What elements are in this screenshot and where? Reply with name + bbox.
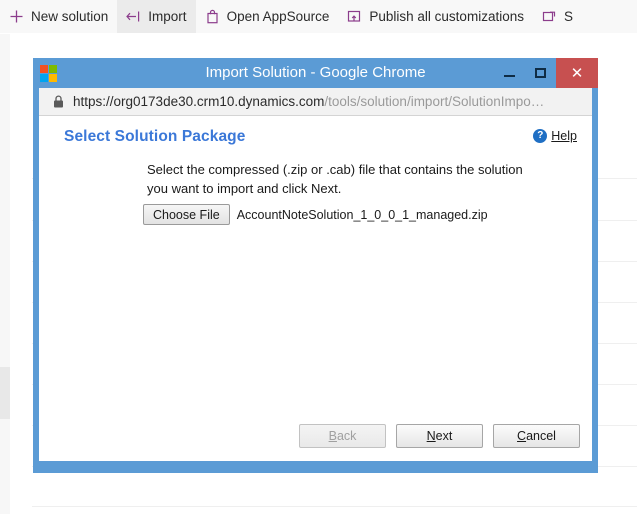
address-bar[interactable]: https://org0173de30.crm10.dynamics.com/t… (39, 88, 592, 116)
next-button-label: ext (436, 429, 453, 443)
selected-file-name: AccountNoteSolution_1_0_0_1_managed.zip (237, 208, 488, 222)
dialog-footer: Back Next Cancel (39, 421, 592, 451)
choose-file-button[interactable]: Choose File (143, 204, 230, 225)
screen: New solution Import Op (0, 0, 637, 514)
help-link-label: Help (551, 129, 577, 143)
lock-icon (47, 95, 69, 108)
window-titlebar[interactable]: Import Solution - Google Chrome ✕ (33, 58, 598, 88)
cancel-button-label: ancel (526, 429, 556, 443)
file-picker: Choose File AccountNoteSolution_1_0_0_1_… (143, 204, 488, 225)
page-title: Select Solution Package (64, 128, 245, 146)
command-publish-all-customizations[interactable]: Publish all customizations (338, 0, 533, 33)
close-icon: ✕ (571, 66, 584, 81)
next-button-accel: N (427, 429, 436, 443)
bag-icon (205, 9, 220, 24)
instructions-text: Select the compressed (.zip or .cab) fil… (147, 160, 547, 198)
window-controls: ✕ (494, 58, 598, 88)
url-origin: https://org0173de30.crm10.dynamics.com (73, 94, 324, 109)
command-import[interactable]: Import (117, 0, 195, 33)
command-open-appsource[interactable]: Open AppSource (196, 0, 339, 33)
cancel-button[interactable]: Cancel (493, 424, 580, 448)
publish-icon (347, 9, 362, 24)
back-button-accel: B (329, 429, 337, 443)
page-header: Select Solution Package ? Help (39, 116, 592, 160)
external-link-icon (542, 9, 557, 24)
command-publish-all-customizations-label: Publish all customizations (369, 10, 524, 24)
back-button[interactable]: Back (299, 424, 386, 448)
command-truncated[interactable]: S (533, 0, 582, 33)
cancel-button-accel: C (517, 429, 526, 443)
import-solution-page: Select Solution Package ? Help Select th… (39, 116, 592, 461)
command-import-label: Import (148, 10, 186, 24)
microsoft-logo-icon (40, 65, 57, 82)
plus-icon (9, 9, 24, 24)
list-row-separator (32, 506, 637, 507)
command-new-solution-label: New solution (31, 10, 108, 24)
page-scrollbar[interactable] (0, 34, 10, 514)
back-button-label: ack (337, 429, 356, 443)
close-button[interactable]: ✕ (556, 58, 598, 88)
import-arrow-icon (126, 9, 141, 24)
maximize-icon (535, 68, 546, 78)
command-bar: New solution Import Op (0, 0, 637, 33)
minimize-icon (504, 75, 515, 77)
import-solution-window: Import Solution - Google Chrome ✕ (33, 58, 598, 473)
page-scrollbar-thumb[interactable] (0, 367, 10, 419)
address-bar-url: https://org0173de30.crm10.dynamics.com/t… (73, 94, 544, 109)
minimize-button[interactable] (494, 58, 525, 88)
command-open-appsource-label: Open AppSource (227, 10, 330, 24)
help-link[interactable]: ? Help (533, 129, 577, 143)
command-new-solution[interactable]: New solution (0, 0, 117, 33)
next-button[interactable]: Next (396, 424, 483, 448)
maximize-button[interactable] (525, 58, 556, 88)
url-path: /tools/solution/import/SolutionImpo… (324, 94, 544, 109)
command-truncated-label: S (564, 10, 573, 24)
help-circle-icon: ? (533, 129, 547, 143)
